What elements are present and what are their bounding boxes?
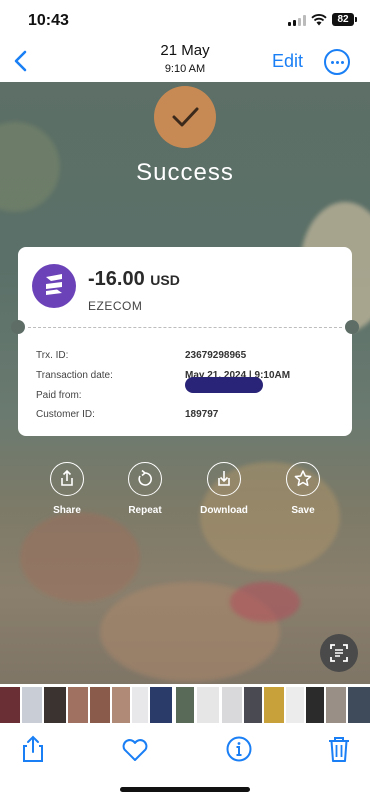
- thumbnail[interactable]: [150, 687, 172, 723]
- repeat-icon: [128, 462, 162, 496]
- bottom-toolbar: [0, 726, 370, 800]
- photo-header: 21 May 9:10 AM Edit: [0, 42, 370, 82]
- battery-icon: 82: [332, 13, 357, 26]
- share-icon[interactable]: [18, 734, 48, 764]
- star-icon: [286, 462, 320, 496]
- background-art: [20, 512, 140, 602]
- info-icon[interactable]: [224, 734, 254, 764]
- merchant-logo-icon: [32, 264, 76, 308]
- trash-icon[interactable]: [324, 734, 354, 764]
- receipt-share-button: Share: [37, 462, 97, 516]
- thumbnail[interactable]: [132, 687, 148, 723]
- receipt-repeat-button: Repeat: [115, 462, 175, 516]
- edit-button[interactable]: Edit: [272, 51, 303, 72]
- card-notch: [11, 320, 25, 334]
- photo-time: 9:10 AM: [164, 63, 206, 75]
- detail-label: Paid from:: [36, 390, 82, 401]
- action-label: Share: [53, 505, 81, 516]
- thumbnail[interactable]: [174, 685, 196, 725]
- success-check-icon: [154, 86, 216, 148]
- status-bar: 10:43 82: [0, 0, 370, 42]
- thumbnail[interactable]: [90, 687, 110, 723]
- receipt-download-button: Download: [194, 462, 254, 516]
- thumbnail[interactable]: [197, 687, 219, 723]
- thumbnail[interactable]: [244, 687, 262, 723]
- background-art: [230, 582, 300, 622]
- thumbnail[interactable]: [264, 687, 284, 723]
- thumbnail[interactable]: [68, 687, 88, 723]
- detail-label: Customer ID:: [36, 409, 95, 420]
- receipt-actions: Share Repeat Download Save: [0, 462, 370, 522]
- redacted-scribble: [185, 377, 263, 393]
- action-label: Download: [200, 505, 248, 516]
- download-icon: [207, 462, 241, 496]
- amount-text: -16.00 USD: [88, 268, 180, 291]
- thumbnail[interactable]: [326, 687, 346, 723]
- share-icon: [50, 462, 84, 496]
- wifi-icon: [311, 14, 327, 26]
- heart-icon[interactable]: [120, 734, 150, 764]
- more-options-icon[interactable]: [324, 49, 350, 75]
- thumbnail[interactable]: [222, 687, 242, 723]
- live-text-scan-button[interactable]: [320, 634, 358, 672]
- detail-label: Transaction date:: [36, 370, 113, 381]
- action-label: Save: [291, 505, 315, 516]
- amount-value: -16.00: [88, 268, 145, 290]
- receipt-save-button: Save: [273, 462, 333, 516]
- thumbnail[interactable]: [286, 687, 304, 723]
- photo-date: 21 May: [160, 42, 210, 59]
- currency-code: USD: [150, 272, 180, 288]
- detail-value: 23679298965: [185, 350, 247, 361]
- detail-label: Trx. ID:: [36, 350, 69, 361]
- thumbnail[interactable]: [112, 687, 130, 723]
- thumbnail[interactable]: [306, 687, 324, 723]
- status-time: 10:43: [28, 12, 69, 29]
- success-title: Success: [136, 159, 234, 186]
- dashed-divider: [28, 327, 342, 328]
- home-indicator: [120, 787, 250, 792]
- photo-view[interactable]: Success -16.00 USD EZECOM Trx. ID: 23679…: [0, 82, 370, 684]
- thumbnail[interactable]: [22, 687, 42, 723]
- action-label: Repeat: [128, 505, 162, 516]
- thumbnail[interactable]: [0, 687, 20, 723]
- thumbnail[interactable]: [348, 687, 370, 723]
- merchant-name: EZECOM: [88, 299, 143, 313]
- thumbnail-strip[interactable]: [0, 684, 370, 726]
- thumbnail[interactable]: [44, 687, 66, 723]
- signal-icon: [288, 15, 306, 26]
- card-notch: [345, 320, 359, 334]
- detail-value: 189797: [185, 409, 219, 420]
- receipt-card: -16.00 USD EZECOM Trx. ID: 23679298965 T…: [11, 247, 359, 436]
